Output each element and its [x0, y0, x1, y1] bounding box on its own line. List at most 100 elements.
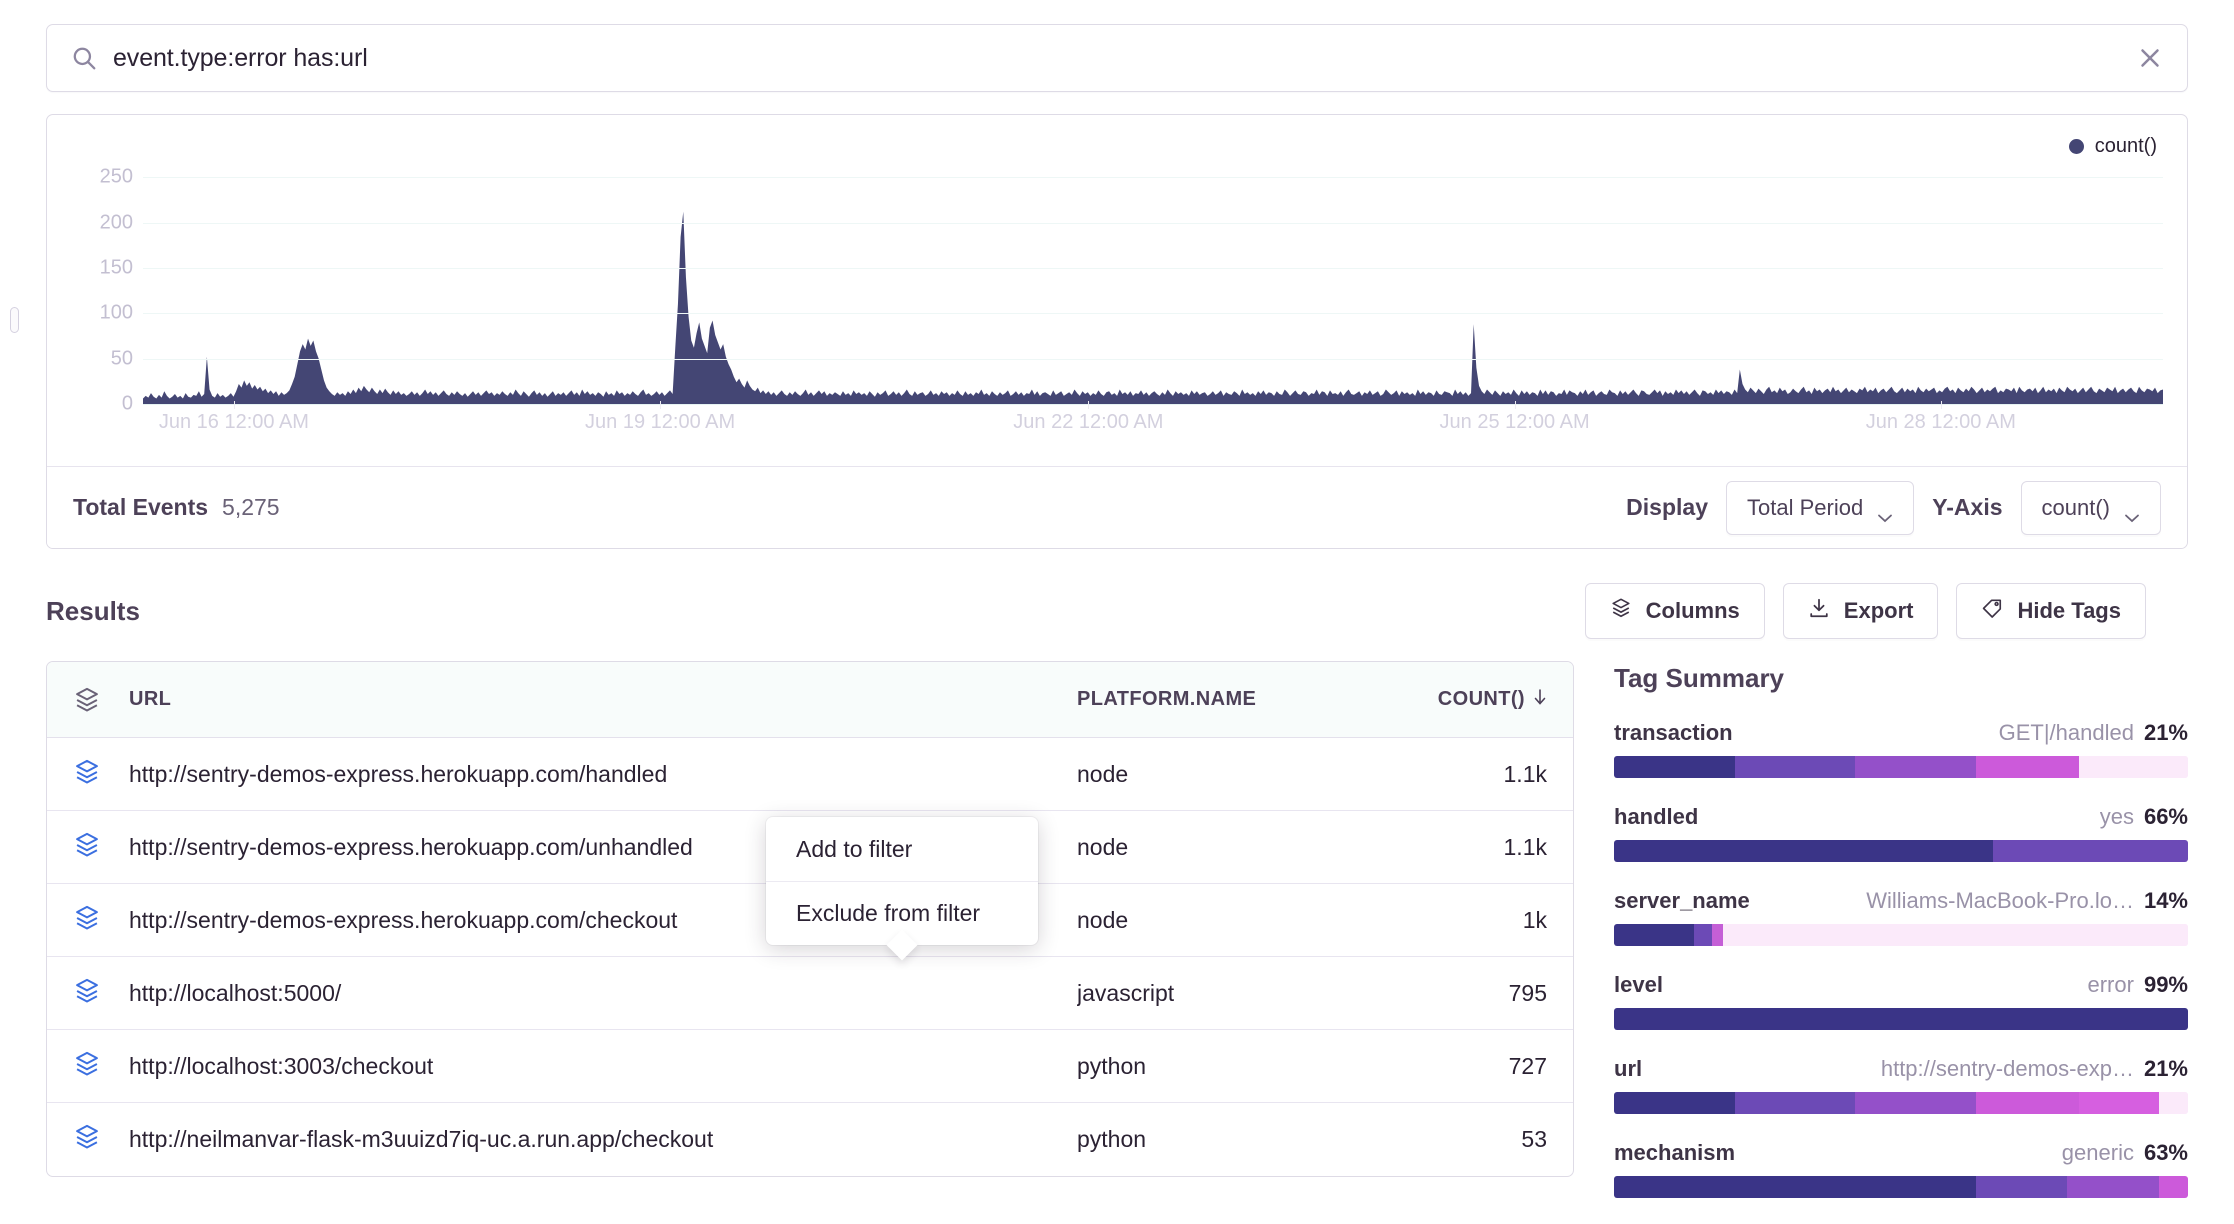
tag-bar-segment[interactable] — [1614, 840, 1993, 862]
chart-panel: count() 050100150200250 Jun 16 12:00 AMJ… — [46, 114, 2188, 549]
tag-distribution-bar[interactable] — [1614, 1176, 2188, 1198]
chevron-down-icon — [2124, 503, 2140, 513]
display-label: Display — [1626, 494, 1708, 521]
chart-controls: Display Total Period Y-Axis count() — [1626, 481, 2161, 535]
row-stack-icon[interactable] — [73, 758, 129, 791]
tag-bar-segment[interactable] — [1855, 756, 1976, 778]
tag-summary-item[interactable]: handledyes66% — [1614, 804, 2188, 862]
tag-bar-segment[interactable] — [1855, 1092, 1976, 1114]
column-header-url[interactable]: URL — [129, 688, 1077, 711]
tag-bar-segment[interactable] — [1694, 924, 1711, 946]
results-actions: Columns Export Hide Tags — [1585, 583, 2146, 639]
menu-item-add-to-filter[interactable]: Add to filter — [766, 817, 1038, 881]
table-row[interactable]: http://localhost:3003/checkoutpython727 — [47, 1030, 1573, 1103]
export-button[interactable]: Export — [1783, 583, 1939, 639]
column-header-count[interactable]: COUNT() — [1407, 688, 1547, 712]
tag-summary-item[interactable]: urlhttp://sentry-demos-exp…21% — [1614, 1056, 2188, 1114]
tag-bar-segment[interactable] — [2159, 1176, 2188, 1198]
cell-platform[interactable]: javascript — [1077, 980, 1407, 1007]
cell-platform[interactable]: node — [1077, 907, 1407, 934]
row-stack-icon[interactable] — [73, 1050, 129, 1083]
tag-bar-segment[interactable] — [2159, 1092, 2188, 1114]
chart-plot[interactable] — [143, 159, 2163, 404]
tag-key: url — [1614, 1056, 1642, 1082]
cell-url[interactable]: http://neilmanvar-flask-m3uuizd7iq-uc.a.… — [129, 1126, 1077, 1153]
tag-bar-segment[interactable] — [2079, 756, 2188, 778]
cell-platform[interactable]: node — [1077, 761, 1407, 788]
tag-bar-segment[interactable] — [1614, 1092, 1735, 1114]
tag-bar-segment[interactable] — [1712, 924, 1723, 946]
tag-bar-segment[interactable] — [1614, 756, 1735, 778]
tag-summary-item[interactable]: transactionGET|/handled21% — [1614, 720, 2188, 778]
tag-bar-segment[interactable] — [2067, 1176, 2159, 1198]
y-axis-tick: 250 — [100, 166, 133, 189]
tag-bar-segment[interactable] — [1614, 1008, 2188, 1030]
tag-key: mechanism — [1614, 1140, 1735, 1166]
gridline — [143, 359, 2163, 360]
tag-distribution-bar[interactable] — [1614, 1008, 2188, 1030]
y-axis-tick: 100 — [100, 302, 133, 325]
cell-platform[interactable]: python — [1077, 1053, 1407, 1080]
x-axis-tick-mark — [234, 401, 235, 409]
table-row[interactable]: http://neilmanvar-flask-m3uuizd7iq-uc.a.… — [47, 1103, 1573, 1176]
cell-url[interactable]: http://localhost:3003/checkout — [129, 1053, 1077, 1080]
cell-platform[interactable]: python — [1077, 1126, 1407, 1153]
display-select[interactable]: Total Period — [1726, 481, 1914, 535]
yaxis-select[interactable]: count() — [2021, 481, 2161, 535]
search-bar[interactable]: event.type:error has:url — [46, 24, 2188, 92]
tag-summary-item[interactable]: server_nameWilliams-MacBook-Pro.lo…14% — [1614, 888, 2188, 946]
tag-bar-segment[interactable] — [1976, 1092, 2079, 1114]
search-input[interactable]: event.type:error has:url — [113, 44, 2135, 73]
row-stack-icon[interactable] — [73, 831, 129, 864]
tag-top-info: GET|/handled21% — [1999, 720, 2188, 746]
tag-distribution-bar[interactable] — [1614, 756, 2188, 778]
tag-head: server_nameWilliams-MacBook-Pro.lo…14% — [1614, 888, 2188, 914]
row-stack-icon[interactable] — [73, 977, 129, 1010]
tag-summary-item[interactable]: levelerror99% — [1614, 972, 2188, 1030]
column-header-platform[interactable]: PLATFORM.NAME — [1077, 688, 1407, 711]
close-icon[interactable] — [2135, 43, 2165, 73]
y-axis-tick: 150 — [100, 256, 133, 279]
tag-bar-segment[interactable] — [2079, 1092, 2159, 1114]
tag-summary-item[interactable]: mechanismgeneric63% — [1614, 1140, 2188, 1198]
x-axis-tick-mark — [1941, 401, 1942, 409]
y-axis-tick: 50 — [111, 347, 133, 370]
row-stack-icon[interactable] — [73, 1123, 129, 1156]
chevron-down-icon — [1877, 503, 1893, 513]
x-axis-tick: Jun 25 12:00 AM — [1440, 411, 1590, 434]
columns-button[interactable]: Columns — [1585, 583, 1765, 639]
tag-percent: 99% — [2144, 972, 2188, 998]
cell-platform[interactable]: node — [1077, 834, 1407, 861]
cell-count: 727 — [1407, 1053, 1547, 1080]
y-axis-tick: 200 — [100, 211, 133, 234]
tag-bar-segment[interactable] — [1993, 840, 2188, 862]
x-axis-tick-mark — [1088, 401, 1089, 409]
tag-bar-segment[interactable] — [1614, 924, 1694, 946]
explore-page: event.type:error has:url count() 0501001… — [0, 24, 2234, 1224]
tag-distribution-bar[interactable] — [1614, 840, 2188, 862]
tag-list: transactionGET|/handled21% handledyes66% s… — [1614, 720, 2188, 1224]
cell-count: 1.1k — [1407, 761, 1547, 788]
panel-drag-handle[interactable] — [10, 307, 19, 333]
table-row[interactable]: http://localhost:5000/javascript795 — [47, 957, 1573, 1030]
hide-tags-button[interactable]: Hide Tags — [1956, 583, 2146, 639]
tag-distribution-bar[interactable] — [1614, 924, 2188, 946]
context-menu[interactable]: Add to filter Exclude from filter — [766, 817, 1038, 945]
gridline — [143, 313, 2163, 314]
display-value: Total Period — [1747, 495, 1863, 521]
cell-url[interactable]: http://sentry-demos-express.herokuapp.co… — [129, 761, 1077, 788]
tag-bar-segment[interactable] — [1614, 1176, 1976, 1198]
chart-footer: Total Events 5,275 Display Total Period … — [47, 466, 2187, 548]
tag-bar-segment[interactable] — [1735, 756, 1856, 778]
tag-icon — [1981, 597, 2003, 625]
tag-distribution-bar[interactable] — [1614, 1092, 2188, 1114]
row-stack-icon[interactable] — [73, 904, 129, 937]
tag-bar-segment[interactable] — [1976, 1176, 2068, 1198]
chart-legend[interactable]: count() — [2069, 135, 2157, 158]
tag-key: server_name — [1614, 888, 1750, 914]
cell-url[interactable]: http://localhost:5000/ — [129, 980, 1077, 1007]
table-row[interactable]: http://sentry-demos-express.herokuapp.co… — [47, 738, 1573, 811]
tag-bar-segment[interactable] — [1735, 1092, 1856, 1114]
tag-bar-segment[interactable] — [1976, 756, 2079, 778]
tag-bar-segment[interactable] — [1723, 924, 2188, 946]
